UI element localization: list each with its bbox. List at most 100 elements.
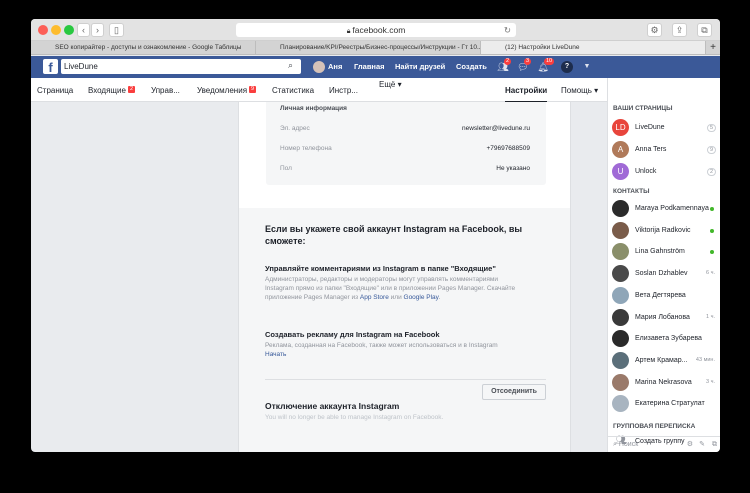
start-link[interactable]: Начать (265, 350, 520, 359)
url-text: facebook.com (352, 25, 406, 35)
search-input[interactable]: LiveDune (61, 59, 301, 74)
close-icon[interactable] (38, 25, 48, 35)
contact-item[interactable]: Viktorija Radkovic (612, 221, 717, 240)
account-menu-icon[interactable]: ▼ (581, 61, 593, 73)
chat-search[interactable]: ⌕ Поиск ⚙ ✎ ⧉ (608, 436, 720, 452)
info-value: newsletter@livedune.ru (461, 125, 530, 132)
settings-icon[interactable]: ⚙ (687, 437, 693, 452)
forward-icon[interactable]: › (91, 23, 104, 37)
contact-name: Marina Nekrasova (635, 378, 692, 386)
contact-last-seen: 6 ч. (706, 270, 715, 277)
home-link[interactable]: Главная (354, 62, 385, 72)
page-item[interactable]: A Anna Ters 9 (612, 141, 717, 159)
new-tab-button[interactable]: + (706, 41, 720, 54)
tab-notifications[interactable]: Уведомления 9 (197, 86, 257, 96)
disconnect-button[interactable]: Отсоединить (482, 384, 546, 400)
contact-name: Viktorija Radkovic (635, 226, 691, 234)
contact-item[interactable]: Вета Дегтярева (612, 286, 717, 305)
online-indicator (710, 207, 714, 211)
tab-manage[interactable]: Управ... (151, 86, 180, 96)
sidebar-icon[interactable]: ▯ (109, 23, 124, 37)
profile-link[interactable]: Аня (328, 62, 342, 72)
page-item[interactable]: U Unlock 2 (612, 163, 717, 181)
tab-inbox[interactable]: Входящие 2 (88, 86, 135, 96)
reload-icon[interactable]: ↻ (504, 23, 511, 37)
browser-toolbar: ‹ › ▯ 🔒︎ facebook.com ↻ ⚙ ⇪ ⧉ (31, 19, 720, 41)
compose-icon[interactable]: ✎ (699, 437, 705, 452)
page-avatar: A (612, 141, 629, 158)
info-row-email: Эл. адрес newsletter@livedune.ru (280, 125, 530, 133)
contact-item[interactable]: Lina Gahnström (612, 243, 717, 261)
contacts-heading: КОНТАКТЫ (613, 188, 650, 195)
extension-icon[interactable]: ⚙ (647, 23, 662, 37)
app-store-link[interactable]: App Store (360, 294, 389, 301)
tabs-overview-icon[interactable]: ⧉ (697, 23, 712, 37)
back-icon[interactable]: ‹ (77, 23, 90, 37)
friend-requests-icon[interactable]: 👥︎ 2 (497, 58, 512, 73)
avatar[interactable] (313, 61, 325, 73)
info-label: Пол (280, 165, 292, 172)
tab-more[interactable]: Ещё ▾ (379, 80, 402, 90)
tab-settings[interactable]: Настройки (505, 86, 548, 103)
online-indicator (710, 250, 714, 255)
comments-heading: Управляйте комментариями из Instagram в … (265, 264, 496, 273)
tab-statistics[interactable]: Статистика (272, 86, 314, 96)
help-icon[interactable]: ? (561, 61, 573, 73)
page-tabs: Страница Входящие 2 Управ... Уведомления 9… (31, 78, 607, 103)
contact-name: Вета Дегтярева (635, 291, 686, 299)
ads-heading: Создавать рекламу для Instagram на Faceb… (265, 330, 440, 339)
disconnect-heading: Отключение аккаунта Instagram (265, 401, 400, 411)
tab-instruments[interactable]: Инстр... (329, 86, 358, 96)
contact-item[interactable]: Екатерина Стратулат (612, 395, 717, 413)
instagram-section: Если вы укажете свой аккаунт Instagram н… (239, 208, 570, 452)
contact-avatar (612, 221, 629, 239)
browser-tab-active[interactable]: (12) Настройки LiveDune (481, 41, 706, 54)
chat-search-input[interactable]: Поиск (619, 441, 638, 448)
info-title: Личная информация (280, 105, 347, 112)
divider (265, 379, 546, 380)
notifications-icon[interactable]: 🔔︎ 10 (537, 58, 555, 73)
contact-item[interactable]: Артем Крамар... 43 мин. (612, 351, 717, 370)
new-window-icon[interactable]: ⧉ (712, 437, 717, 452)
page-item[interactable]: LD LiveDune 5 (612, 119, 717, 137)
browser-tab[interactable]: Планирование/KPI/Реестры/Бизнес-процессы… (256, 41, 481, 54)
tab-label: Инстр... (329, 86, 358, 95)
contact-name: Мария Лобанова (635, 313, 690, 321)
tab-label: Настройки (505, 86, 548, 95)
contact-item[interactable]: Елизавета Зубарева (612, 330, 717, 348)
tab-label: Ещё ▾ (379, 80, 402, 89)
tab-label: Статистика (272, 86, 315, 95)
minimize-icon[interactable] (51, 25, 61, 35)
find-friends-link[interactable]: Найти друзей (395, 62, 445, 72)
contact-item[interactable]: Soslan Dzhablev 6 ч. (612, 265, 717, 283)
ads-description: Реклама, созданная на Facebook, также мо… (265, 342, 498, 349)
google-play-link[interactable]: Google Play (404, 294, 439, 301)
contact-last-seen: 3 ч. (706, 378, 715, 385)
tab-label: Уведомления (197, 86, 248, 95)
contact-avatar (612, 351, 629, 369)
tab-page[interactable]: Страница (37, 86, 73, 96)
create-link[interactable]: Создать (456, 62, 487, 72)
tab-help[interactable]: Помощь ▾ (561, 86, 598, 96)
address-bar[interactable]: 🔒︎ facebook.com ↻ (236, 23, 516, 37)
online-indicator (710, 228, 714, 233)
info-value: +79697688509 (486, 145, 530, 152)
browser-tab[interactable]: SEO копирайтер - доступы и ознакомление … (31, 41, 256, 54)
tab-label: Помощь ▾ (561, 86, 599, 95)
info-label: Номер телефона (280, 145, 332, 152)
zoom-icon[interactable] (64, 25, 74, 35)
instagram-title: Если вы укажете свой аккаунт Instagram н… (265, 224, 523, 246)
page-count: 5 (706, 124, 716, 132)
search-icon[interactable]: ⌕ (288, 60, 293, 71)
contact-item[interactable]: Maraya Podkamennaya (612, 200, 717, 218)
contact-name: Maraya Podkamennaya (635, 205, 709, 212)
contact-item[interactable]: Marina Nekrasova 3 ч. (612, 373, 717, 392)
share-icon[interactable]: ⇪ (672, 23, 687, 37)
friends-badge: 2 (504, 58, 512, 65)
tab-label: Управ... (151, 86, 180, 95)
contact-item[interactable]: Мария Лобанова 1 ч. (612, 308, 717, 327)
facebook-logo[interactable]: f (43, 59, 58, 75)
tab-label: Входящие (88, 86, 126, 95)
group-chats-heading: ГРУППОВАЯ ПЕРЕПИСКА (613, 423, 696, 430)
messages-icon[interactable]: 💬︎ 3 (517, 58, 532, 73)
